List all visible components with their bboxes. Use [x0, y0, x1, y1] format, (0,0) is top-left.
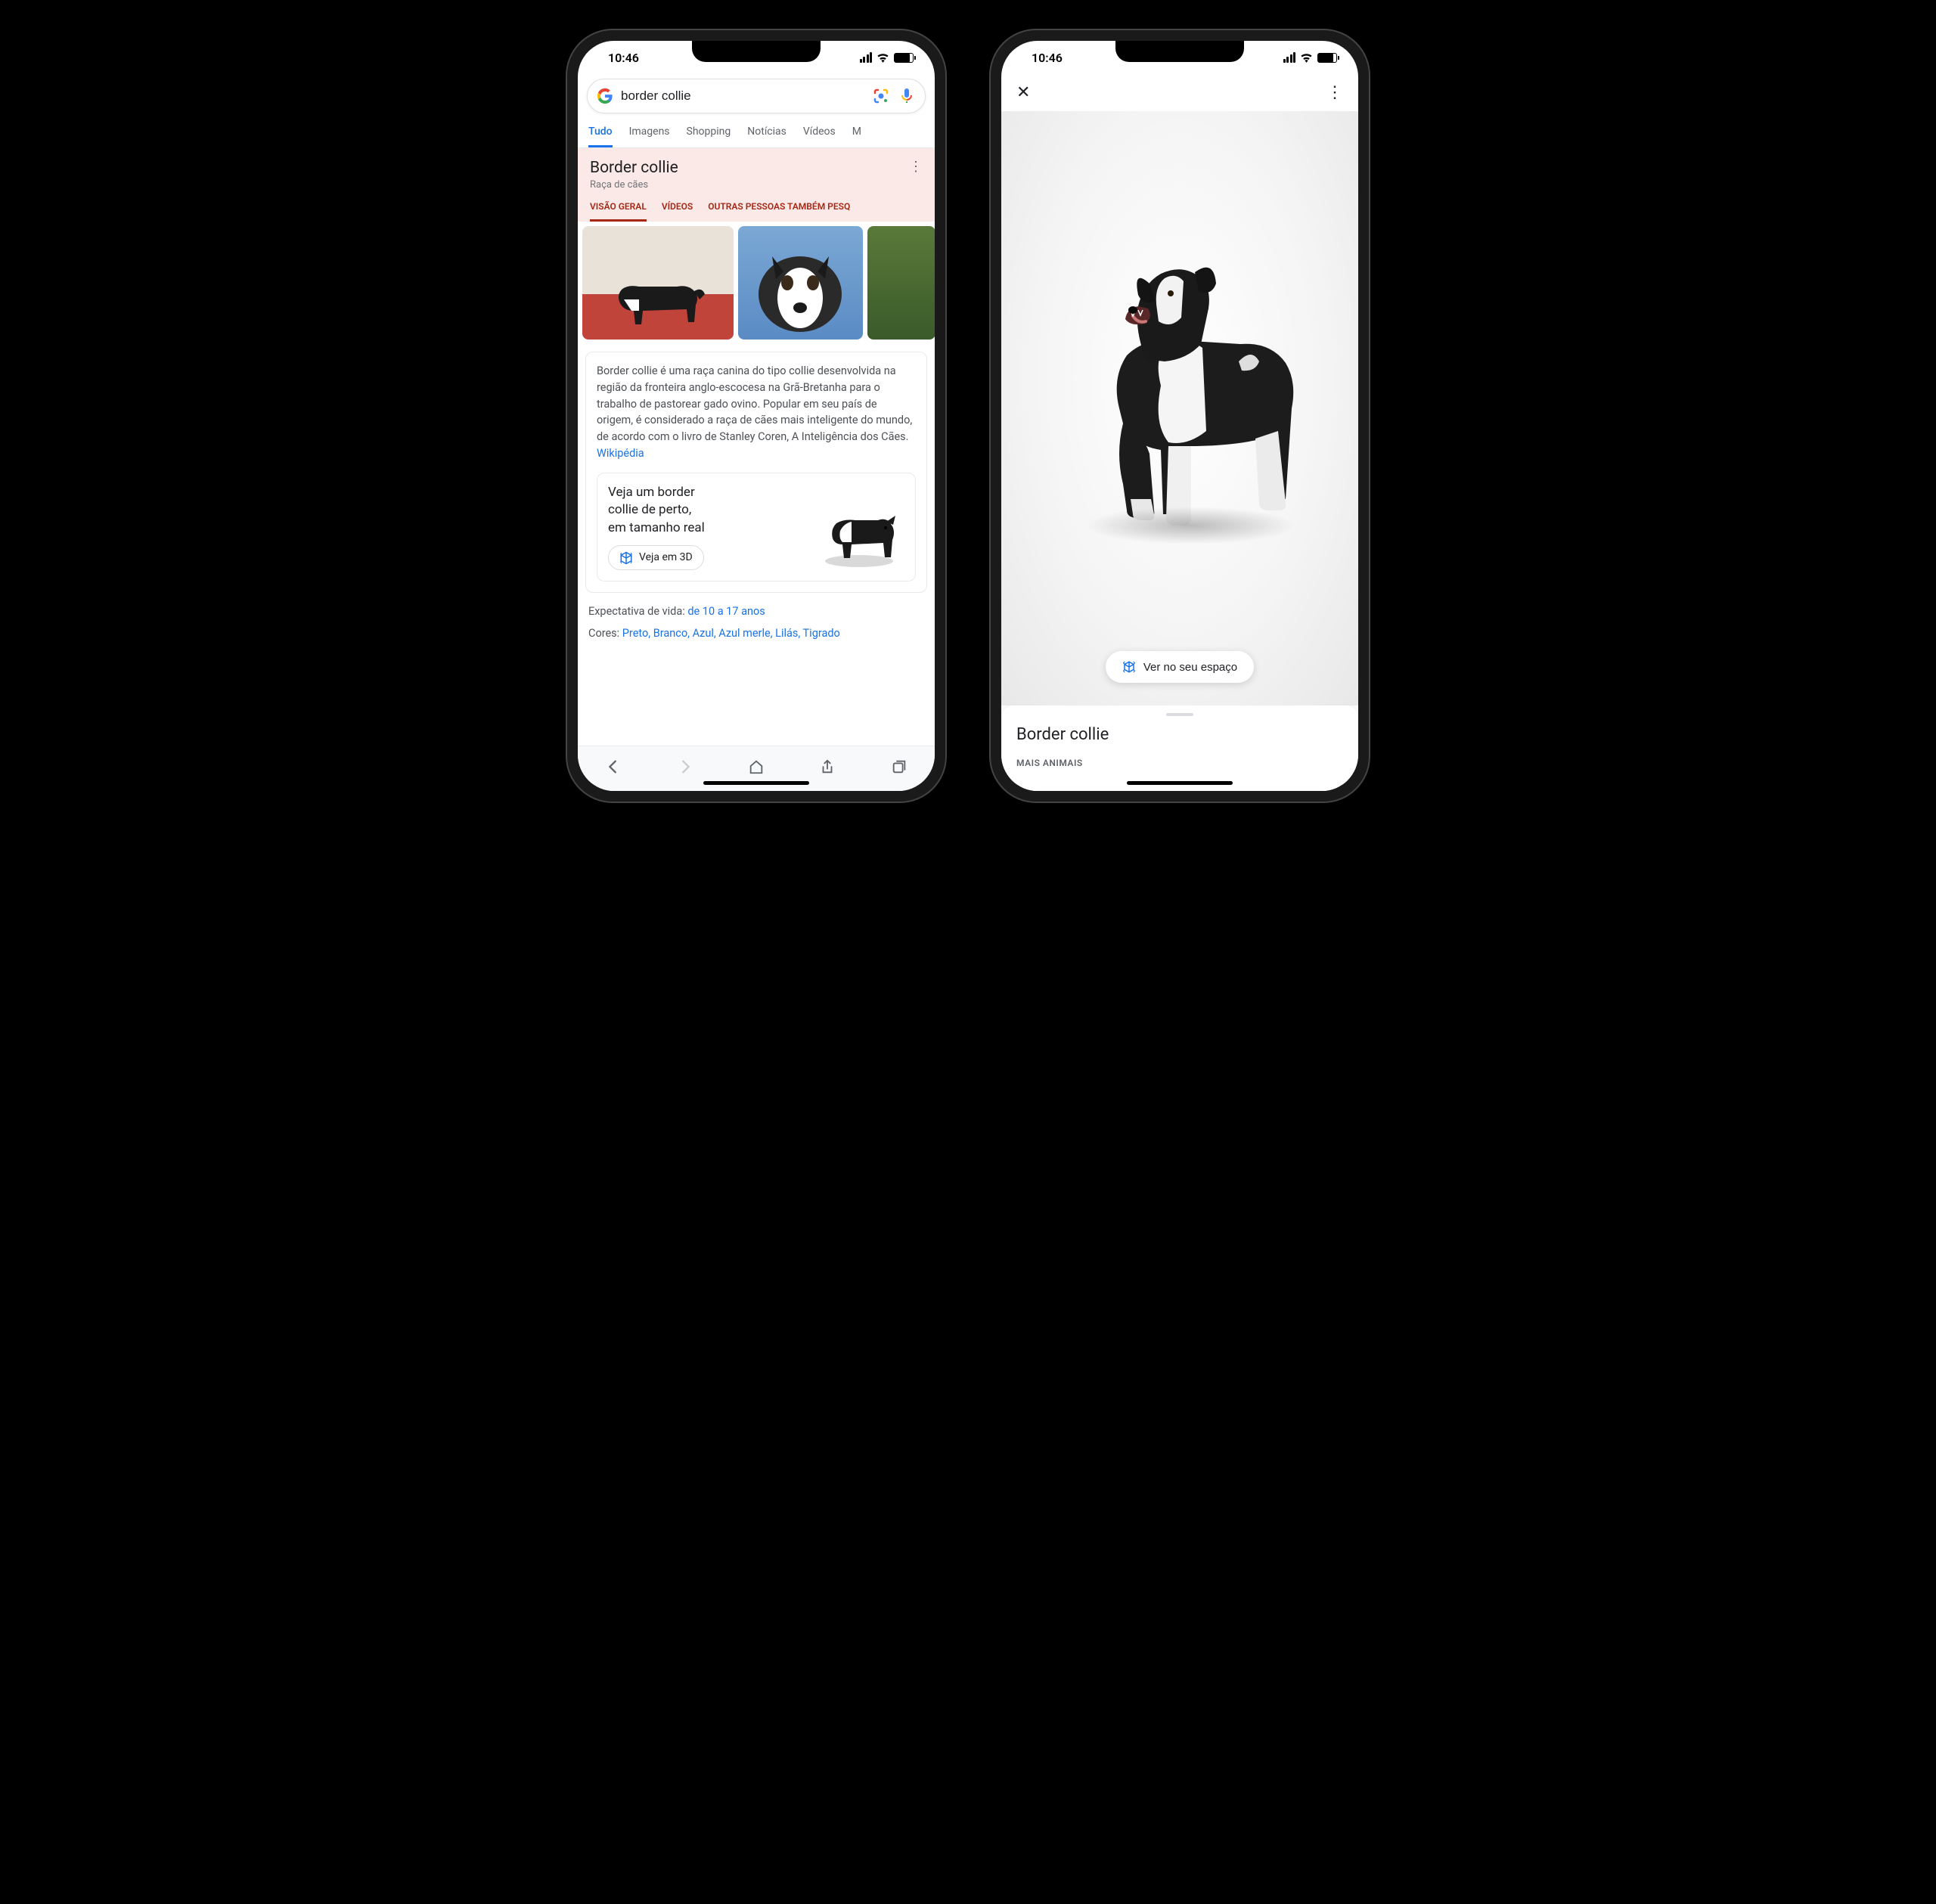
- view-in-space-label: Ver no seu espaço: [1143, 661, 1237, 674]
- forward-button: [677, 758, 693, 780]
- 3d-viewer-canvas[interactable]: Ver no seu espaço: [1001, 111, 1358, 705]
- kp-title: Border collie: [590, 159, 923, 177]
- model-shadow: [1084, 507, 1296, 544]
- fact-life-expectancy: Expectativa de vida: de 10 a 17 anos: [588, 605, 924, 618]
- status-time: 10:46: [599, 51, 639, 65]
- ar-text-line2: collie de perto,: [608, 501, 805, 519]
- screen-ar-viewer: 10:46 ✕ ⋮: [1001, 41, 1358, 791]
- search-tabs: Tudo Imagens Shopping Notícias Vídeos M: [578, 118, 935, 148]
- sheet-drag-handle[interactable]: [1166, 713, 1193, 716]
- description-card: Border collie é uma raça canina do tipo …: [585, 352, 927, 593]
- home-button[interactable]: [748, 758, 765, 780]
- tabs-button[interactable]: [891, 758, 908, 780]
- ar-text-line1: Veja um border: [608, 484, 805, 502]
- back-button[interactable]: [605, 758, 622, 780]
- tab-all[interactable]: Tudo: [588, 126, 613, 147]
- view-3d-label: Veja em 3D: [639, 550, 693, 566]
- image-carousel[interactable]: [578, 222, 935, 344]
- google-logo-icon: [597, 88, 613, 104]
- wifi-icon: [1300, 53, 1313, 63]
- phone-mockup-ar-viewer: 10:46 ✕ ⋮: [991, 30, 1369, 802]
- kp-subtitle: Raça de cães: [590, 179, 923, 191]
- result-image-2[interactable]: [738, 226, 863, 340]
- screen-search: 10:46 Tudo Imagens Shopping Notícias Víd…: [578, 41, 935, 791]
- battery-icon: [1317, 53, 1337, 63]
- ar-preview-card: Veja um border collie de perto, em taman…: [597, 473, 916, 582]
- tab-images[interactable]: Imagens: [629, 126, 670, 147]
- view-in-space-button[interactable]: Ver no seu espaço: [1106, 651, 1254, 683]
- tab-news[interactable]: Notícias: [747, 126, 786, 147]
- view-3d-button[interactable]: Veja em 3D: [608, 545, 704, 571]
- google-lens-icon[interactable]: [872, 87, 890, 105]
- result-image-3[interactable]: [867, 226, 935, 340]
- status-bar: 10:46: [578, 41, 935, 74]
- more-options-button[interactable]: ⋮: [1326, 83, 1343, 102]
- kp-tab-videos[interactable]: VÍDEOS: [662, 201, 693, 222]
- wikipedia-link[interactable]: Wikipédia: [597, 447, 644, 460]
- fact-colors-value[interactable]: Preto, Branco, Azul, Azul merle, Lilás, …: [622, 627, 840, 640]
- kp-tab-overview[interactable]: VISÃO GERAL: [590, 201, 647, 222]
- ar-card-text: Veja um border collie de perto, em taman…: [608, 484, 805, 571]
- cellular-icon: [860, 52, 873, 63]
- battery-icon: [894, 53, 914, 63]
- ar-card-preview-image: [814, 485, 904, 569]
- result-image-1[interactable]: [582, 226, 734, 340]
- home-indicator[interactable]: [703, 781, 809, 785]
- knowledge-panel: Border collie Raça de cães ⋮ VISÃO GERAL…: [578, 148, 935, 222]
- home-indicator[interactable]: [1127, 781, 1233, 785]
- search-input[interactable]: [621, 88, 864, 104]
- fact-life-value[interactable]: de 10 a 17 anos: [687, 605, 765, 618]
- ar-text-line3: em tamanho real: [608, 519, 805, 538]
- fact-life-label: Expectativa de vida:: [588, 605, 687, 618]
- share-button[interactable]: [819, 758, 836, 780]
- tab-more[interactable]: M: [852, 126, 861, 147]
- fact-colors: Cores: Preto, Branco, Azul, Azul merle, …: [588, 627, 924, 640]
- mic-icon[interactable]: [898, 87, 916, 105]
- description-text: Border collie é uma raça canina do tipo …: [597, 364, 912, 443]
- cube-3d-icon: [1122, 660, 1136, 674]
- phone-mockup-search: 10:46 Tudo Imagens Shopping Notícias Víd…: [567, 30, 945, 802]
- kp-tab-people-also[interactable]: OUTRAS PESSOAS TAMBÉM PESQ: [708, 201, 850, 222]
- tab-shopping[interactable]: Shopping: [687, 126, 731, 147]
- cellular-icon: [1283, 52, 1296, 63]
- status-indicators: [860, 52, 914, 63]
- sheet-section-label: MAIS ANIMAIS: [1016, 758, 1343, 768]
- fact-colors-label: Cores:: [588, 627, 622, 640]
- status-indicators: [1283, 52, 1338, 63]
- close-button[interactable]: ✕: [1016, 83, 1030, 102]
- status-time: 10:46: [1022, 51, 1063, 65]
- sheet-title: Border collie: [1016, 725, 1343, 744]
- cube-3d-icon: [619, 551, 633, 565]
- search-bar[interactable]: [587, 79, 926, 113]
- viewer-toolbar: ✕ ⋮: [1001, 74, 1358, 111]
- tab-videos[interactable]: Vídeos: [803, 126, 836, 147]
- status-bar: 10:46: [1001, 41, 1358, 74]
- 3d-model-dog[interactable]: [1036, 197, 1323, 575]
- kp-tabs: VISÃO GERAL VÍDEOS OUTRAS PESSOAS TAMBÉM…: [590, 201, 923, 222]
- wifi-icon: [876, 53, 889, 63]
- bottom-sheet[interactable]: Border collie MAIS ANIMAIS: [1001, 705, 1358, 791]
- kp-more-icon[interactable]: ⋮: [909, 159, 923, 175]
